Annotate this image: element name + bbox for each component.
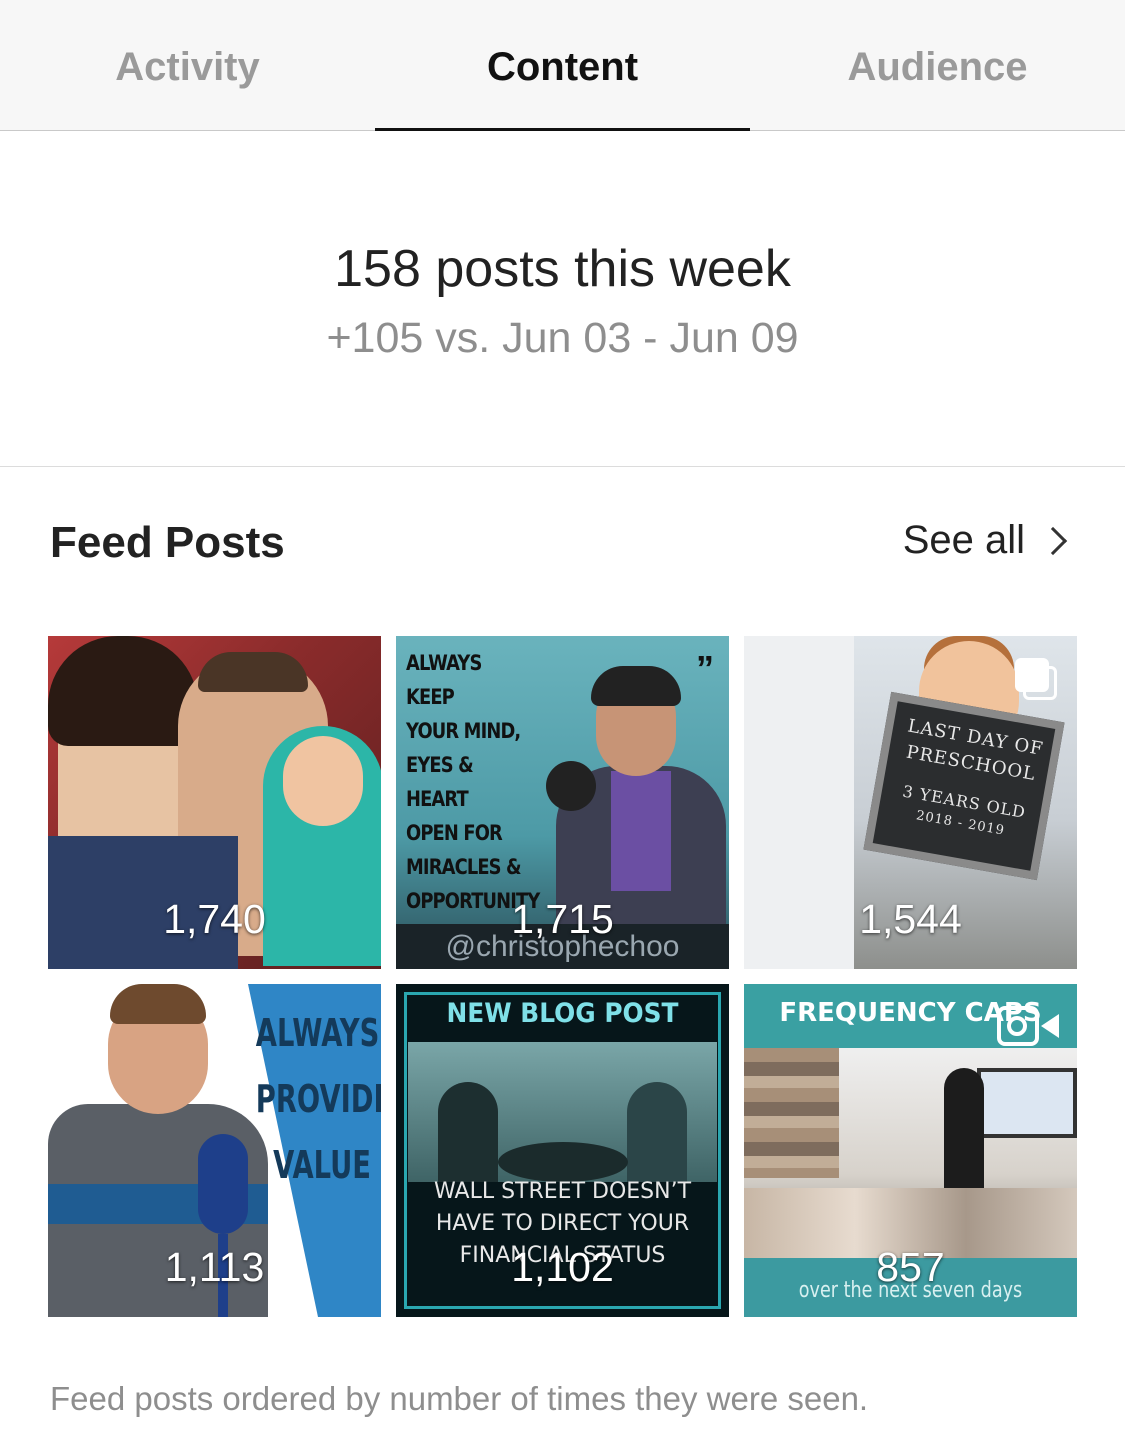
post-overlay-header: NEW BLOG POST [446,998,679,1029]
tab-activity[interactable]: Activity [0,0,375,130]
overlay-line: WALL STREET DOESN’T [433,1179,692,1204]
post-impressions-count: 1,740 [163,896,266,942]
carousel-icon [1015,658,1057,700]
photo-wall [744,1048,839,1178]
photo-scene [408,1042,717,1182]
post-impressions-count: 1,102 [511,1244,614,1290]
post-impressions-count: 1,544 [859,896,962,942]
tab-content[interactable]: Content [375,0,750,131]
feed-post-thumbnail[interactable]: LAST DAY OF PRESCHOOL 3 YEARS OLD 2018 -… [744,636,1077,969]
post-impressions-count: 1,113 [164,1244,265,1290]
photo-screen [977,1068,1077,1138]
photo-hair [48,636,198,746]
microphone-icon [198,1134,248,1234]
chevron-right-icon [1038,526,1068,555]
carousel-icon-front [1015,658,1049,692]
photo-person [627,1082,687,1182]
see-all-button[interactable]: See all [903,518,1069,563]
photo-child-face [283,736,363,826]
photo-scene [744,1048,1077,1258]
overlay-line: YOUR MIND, [406,719,521,743]
microphone-icon [546,761,596,811]
feed-posts-footnote: Feed posts ordered by number of times th… [50,1380,869,1417]
see-all-label: See all [902,518,1025,562]
overlay-line: ALWAYS [255,1011,380,1055]
overlay-line: VALUE [273,1143,371,1187]
feed-post-thumbnail[interactable]: 1,740 [48,636,381,969]
feed-post-thumbnail[interactable]: FREQUENCY CAPS over the next seven days … [744,984,1077,1317]
quote-mark-icon: ” [696,648,714,689]
overlay-line: PROVIDE [255,1077,381,1121]
feed-post-thumbnail[interactable]: NEW BLOG POST WALL STREET DOESN’T HAVE T… [396,984,729,1317]
posts-count-title: 158 posts this week [334,240,791,298]
feed-post-thumbnail[interactable]: ALWAYS PROVIDE VALUE 1,113 [48,984,381,1317]
overlay-line: OPEN FOR [406,821,503,845]
tab-content-label: Content [486,44,639,89]
photo-hair [110,984,206,1024]
photo-shirt [611,771,671,891]
post-impressions-count: 857 [876,1244,945,1290]
video-camera-tri [1041,1014,1059,1038]
video-camera-icon [997,1006,1059,1046]
tab-activity-label: Activity [115,44,260,89]
post-overlay-text: ALWAYS KEEP YOUR MIND, EYES & HEART OPEN… [406,646,540,918]
feed-posts-grid: 1,740 ALWAYS KEEP YOUR MIND, EYES & HEAR… [48,636,1077,1317]
post-overlay-text: ALWAYS PROVIDE VALUE [255,1000,381,1198]
photo-hair [198,652,308,692]
tab-audience[interactable]: Audience [750,0,1125,130]
posts-comparison: +105 vs. Jun 03 - Jun 09 [326,314,799,362]
photo-person [438,1082,498,1182]
overlay-line: EYES & HEART [406,753,474,811]
weekly-summary: 158 posts this week +105 vs. Jun 03 - Ju… [0,131,1125,467]
tab-audience-label: Audience [847,44,1028,89]
video-camera-lens [1007,1016,1027,1036]
letter-board: LAST DAY OF PRESCHOOL 3 YEARS OLD 2018 -… [863,691,1065,881]
feed-post-thumbnail[interactable]: ALWAYS KEEP YOUR MIND, EYES & HEART OPEN… [396,636,729,969]
overlay-line: HAVE TO DIRECT YOUR [435,1211,690,1236]
tab-bar: Activity Content Audience [0,0,1125,131]
photo-hair [591,666,681,706]
feed-posts-heading: Feed Posts [50,518,285,567]
overlay-line: MIRACLES & [406,855,522,879]
post-impressions-count: 1,715 [511,896,614,942]
overlay-line: ALWAYS KEEP [406,651,482,709]
